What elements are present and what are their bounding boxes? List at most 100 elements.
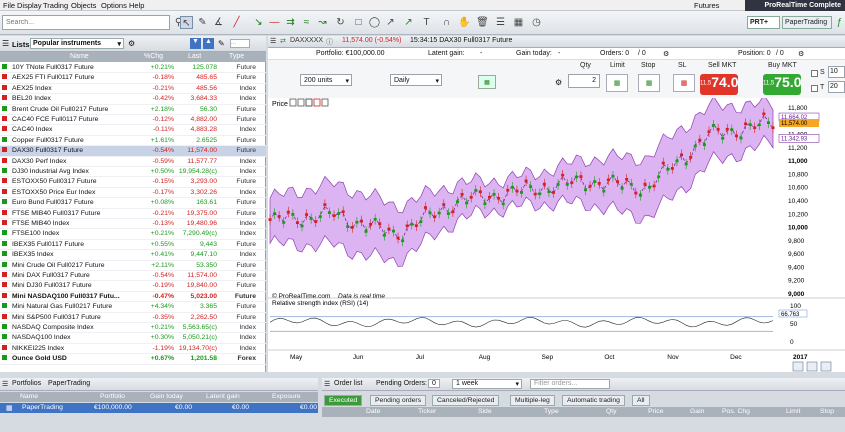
- tab-portfolios[interactable]: Portfolios: [12, 380, 41, 387]
- col-type[interactable]: Type: [229, 53, 244, 60]
- chart-instrument[interactable]: DAXXXXX: [290, 37, 323, 44]
- trend-up-icon[interactable]: ↗: [402, 16, 415, 29]
- list-select[interactable]: Popular instruments ▾: [30, 38, 124, 49]
- list-item[interactable]: Copper Full0317 Future +1.61% 2.6525 Future: [0, 136, 266, 147]
- info-icon[interactable]: ⓘ: [326, 37, 333, 47]
- tab-pending[interactable]: Pending orders: [370, 395, 427, 406]
- list-item[interactable]: NASDAQ Composite Index +0.21% 5,563.65(c) I…: [0, 323, 266, 334]
- ol-col-limit[interactable]: Limit: [786, 408, 800, 415]
- prt-plus-button[interactable]: PRT+: [747, 16, 780, 29]
- s-input[interactable]: 10: [828, 66, 845, 78]
- stoploss-icon[interactable]: ▦: [673, 74, 695, 92]
- menu-help[interactable]: Help: [129, 1, 144, 10]
- portfolio-row[interactable]: ▦ PaperTrading €100,000.00 €0.00 €0.00 €…: [0, 403, 318, 413]
- fibonacci-icon[interactable]: ≈: [300, 16, 313, 29]
- list-item[interactable]: Mini Natural Gas Full0217 Future +4.34% 3.…: [0, 302, 266, 313]
- period-select[interactable]: 1 week ▾: [452, 379, 522, 389]
- list-item[interactable]: AEX25 FTI Full0117 Future -0.18% 485.65 Fut…: [0, 73, 266, 84]
- buy-market-button[interactable]: 11,575.0: [763, 74, 801, 95]
- tab-all[interactable]: All: [632, 395, 650, 406]
- list-item[interactable]: 10Y TNote Full0317 Future +0.21% 125.078 Fu…: [0, 63, 266, 74]
- tab-automatic[interactable]: Automatic trading: [562, 395, 625, 406]
- delete-icon[interactable]: 🗑: [476, 16, 489, 29]
- draw-pencil-icon[interactable]: ✎: [196, 16, 209, 29]
- list-item[interactable]: Ounce Gold USD +0.67% 1,201.58 Forex: [0, 354, 266, 365]
- arrow-down-icon[interactable]: ▼: [190, 38, 201, 49]
- line-tool-icon[interactable]: ↘: [252, 16, 265, 29]
- timeframe-select[interactable]: Daily ▾: [390, 74, 442, 86]
- menu-objects[interactable]: Objects: [71, 1, 96, 10]
- position-settings-icon[interactable]: ⚙: [798, 50, 804, 58]
- col-chg[interactable]: %Chg: [144, 53, 163, 60]
- list-item[interactable]: ESTOXX50 Full0317 Future -0.15% 3,293.00 Fu…: [0, 177, 266, 188]
- ol-col-stop[interactable]: Stop: [820, 408, 834, 415]
- cursor-icon[interactable]: ↖: [180, 16, 193, 29]
- ruler-icon[interactable]: ∡: [212, 16, 225, 29]
- tab-executed[interactable]: Executed: [324, 395, 363, 406]
- list-item[interactable]: NASDAQ100 Index +0.30% 5,050.21(c) Index: [0, 333, 266, 344]
- list-item[interactable]: DJ30 Industrial Avg Index +0.50% 19,954.28…: [0, 167, 266, 178]
- ol-col-type[interactable]: Type: [544, 408, 559, 415]
- ol-col-ticker[interactable]: Ticker: [418, 408, 436, 415]
- t-input[interactable]: 20: [828, 81, 845, 93]
- fan-icon[interactable]: ↝: [316, 16, 329, 29]
- ol-col-side[interactable]: Side: [478, 408, 492, 415]
- grid-icon[interactable]: ▦: [512, 16, 525, 29]
- sell-market-button[interactable]: 11,574.0: [700, 74, 738, 95]
- list-item[interactable]: IBEX35 Index +0.41% 9,447.10 Index: [0, 250, 266, 261]
- arrow-up-icon[interactable]: ▲: [203, 38, 214, 49]
- list-item[interactable]: Mini Crude Oil Full0217 Future +2.11% 53.3…: [0, 261, 266, 271]
- settings-icon[interactable]: ⚙: [663, 50, 669, 58]
- horizontal-line-icon[interactable]: —: [268, 16, 281, 29]
- price-chart[interactable]: Price11,80011,60011,40011,20011,00010,80…: [268, 98, 845, 372]
- channel-icon[interactable]: ⇉: [284, 16, 297, 29]
- pf-col-latent[interactable]: Latent gain: [206, 393, 240, 400]
- list-item[interactable]: CAC40 Index -0.11% 4,883.28 Index: [0, 125, 266, 136]
- list-item[interactable]: AEX25 Index -0.21% 485.56 Index: [0, 84, 266, 95]
- list-item[interactable]: BEL20 Index -0.42% 3,684.33 Index: [0, 94, 266, 105]
- edit-list-icon[interactable]: ✎: [218, 39, 225, 48]
- list-item[interactable]: Mini DAX Full0317 Future -0.54% 11,574.00 F…: [0, 271, 266, 282]
- menu-file[interactable]: File: [3, 1, 15, 10]
- s-checkbox[interactable]: [811, 70, 818, 77]
- list-filter-input[interactable]: ...: [230, 39, 250, 48]
- pf-col-gain[interactable]: Gain today: [150, 393, 183, 400]
- layers-icon[interactable]: ☰: [494, 16, 507, 29]
- list-item[interactable]: CAC40 FCE Full0117 Future -0.12% 4,882.00 F…: [0, 115, 266, 126]
- pf-col-exposure[interactable]: Exposure: [272, 393, 301, 400]
- list-item[interactable]: Brent Crude Oil Full0217 Future +2.18% 56.…: [0, 105, 266, 115]
- tab-multiple-leg[interactable]: Multiple-leg: [510, 395, 555, 406]
- hand-icon[interactable]: ✋: [458, 16, 471, 29]
- qty-input[interactable]: 2: [568, 74, 600, 88]
- ol-col-qty[interactable]: Qty: [606, 408, 617, 415]
- wrench-icon[interactable]: ⚙: [555, 78, 562, 87]
- tab-papertrading[interactable]: PaperTrading: [48, 380, 90, 387]
- list-item[interactable]: ESTOXX50 Price Eur Index -0.17% 3,302.26 In…: [0, 188, 266, 199]
- list-item[interactable]: Mini DJ30 Full0317 Future -0.19% 19,840.00…: [0, 281, 266, 292]
- tab-canceled[interactable]: Canceled/Rejected: [432, 395, 500, 406]
- stop-order-icon[interactable]: ▦: [638, 74, 660, 92]
- list-item[interactable]: Mini S&P500 Full0317 Future -0.35% 2,262.5…: [0, 313, 266, 323]
- menu-trading[interactable]: Trading: [43, 1, 68, 10]
- limit-order-icon[interactable]: ▦: [606, 74, 628, 92]
- search-input[interactable]: [2, 15, 170, 30]
- list-item[interactable]: DAX30 Full0317 Future -0.54% 11,574.00 Futu…: [0, 146, 266, 157]
- text-icon[interactable]: T: [420, 16, 433, 29]
- trendline-icon[interactable]: ╱: [230, 16, 243, 29]
- list-item[interactable]: FTSE MIB40 Index -0.13% 19,480.96 Index: [0, 219, 266, 230]
- papertrading-button[interactable]: PaperTrading: [782, 16, 832, 29]
- menu-display[interactable]: Display: [17, 1, 42, 10]
- list-item[interactable]: FTSE MIB40 Full0317 Future -0.21% 19,375.0…: [0, 209, 266, 219]
- ol-col-date[interactable]: Date: [366, 408, 380, 415]
- ol-col-price[interactable]: Price: [648, 408, 664, 415]
- indicator-icon[interactable]: ▦: [478, 75, 496, 89]
- list-item[interactable]: IBEX35 Full0117 Future +0.55% 9,443 Future: [0, 240, 266, 251]
- clock-icon[interactable]: ◷: [530, 16, 543, 29]
- filter-orders-input[interactable]: Filter orders...: [530, 379, 610, 389]
- units-select[interactable]: 200 units ▾: [300, 74, 352, 86]
- list-item[interactable]: DAX30 Perf Index -0.59% 11,577.77 Index: [0, 157, 266, 167]
- ellipse-icon[interactable]: ◯: [368, 16, 381, 29]
- menu-futures[interactable]: Futures: [694, 1, 719, 10]
- list-item[interactable]: Euro Bund Full0317 Future +0.08% 163.61 Fut…: [0, 198, 266, 209]
- link-icon[interactable]: ⇄: [280, 37, 286, 45]
